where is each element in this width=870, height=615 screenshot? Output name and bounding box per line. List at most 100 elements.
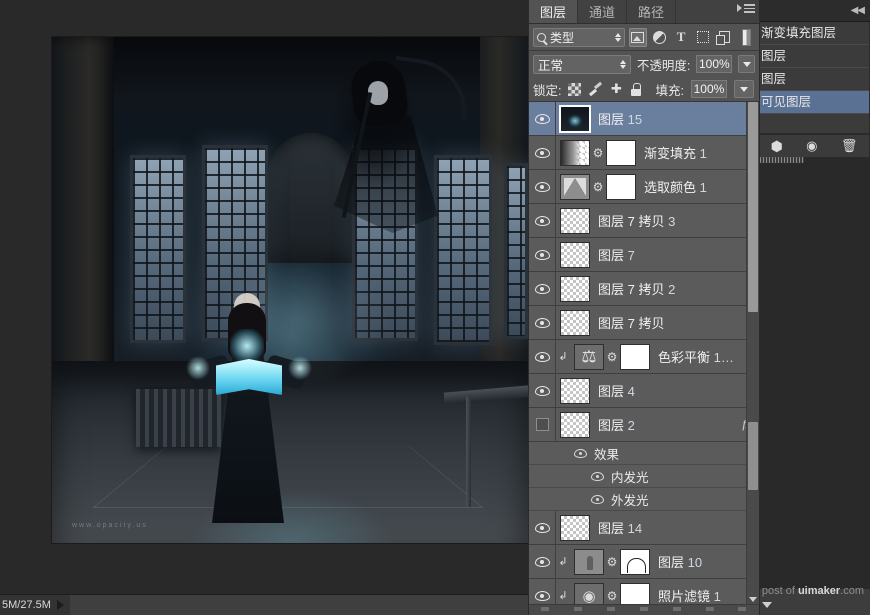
layer-context-menu[interactable]: 渐变填充图层 图层 图层 可见图层: [758, 22, 870, 134]
tab-layers[interactable]: 图层: [529, 0, 579, 23]
layer-name[interactable]: 图层 2: [598, 415, 635, 434]
layer-name[interactable]: 图层 14: [598, 518, 642, 537]
eye-icon[interactable]: [591, 494, 604, 504]
scroll-down-arrow-icon[interactable]: [762, 602, 772, 608]
layer-name[interactable]: 图层 7 拷贝 3: [598, 211, 675, 230]
layer-thumbnail[interactable]: [560, 241, 590, 268]
footer-button-slot[interactable]: [541, 607, 550, 611]
layer-mask-thumbnail[interactable]: [620, 548, 650, 575]
eye-icon[interactable]: [591, 471, 604, 481]
filter-kind-select[interactable]: 类型: [533, 27, 625, 47]
layer-thumbnail[interactable]: [560, 173, 590, 200]
menu-item-merge-visible-layers[interactable]: 可见图层: [759, 91, 869, 114]
list-item[interactable]: 效果: [529, 442, 759, 465]
table-row[interactable]: ⚙ 选取颜色 1: [529, 170, 759, 204]
panel-resize-grip[interactable]: [760, 157, 804, 163]
table-row[interactable]: 图层 4: [529, 374, 759, 408]
layer-visibility-toggle[interactable]: [529, 579, 556, 604]
table-row[interactable]: ↲ ⚙ 照片滤镜 1: [529, 579, 759, 604]
opacity-input[interactable]: 100%: [696, 55, 733, 73]
layer-mask-thumbnail[interactable]: [620, 343, 650, 370]
layer-thumbnail[interactable]: [560, 514, 590, 541]
filter-toggle-switch[interactable]: [737, 28, 755, 47]
mask-link-icon[interactable]: ⚙: [592, 146, 604, 160]
layer-visibility-toggle[interactable]: [529, 408, 556, 441]
layer-thumbnail[interactable]: [560, 411, 590, 438]
layer-visibility-toggle[interactable]: [529, 511, 556, 544]
filter-pixel-layers-icon[interactable]: [628, 27, 647, 47]
layer-mask-thumbnail[interactable]: [606, 139, 636, 166]
filter-shape-layers-icon[interactable]: [694, 28, 712, 47]
blend-mode-select[interactable]: 正常: [533, 54, 631, 74]
mask-link-icon[interactable]: ⚙: [606, 555, 618, 569]
table-row[interactable]: 图层 7 拷贝 2: [529, 272, 759, 306]
layer-visibility-toggle[interactable]: [529, 136, 556, 169]
filter-smart-object-layers-icon[interactable]: [716, 28, 734, 47]
layer-thumbnail[interactable]: [574, 548, 604, 575]
layer-visibility-toggle[interactable]: [529, 272, 556, 305]
table-row[interactable]: 图层 2 fx: [529, 408, 759, 442]
layer-thumbnail[interactable]: [574, 343, 604, 370]
layer-visibility-toggle[interactable]: [529, 374, 556, 407]
collapse-double-arrow-icon[interactable]: ◀◀: [851, 5, 865, 16]
tab-paths[interactable]: 路径: [627, 0, 677, 23]
table-row[interactable]: 图层 14: [529, 511, 759, 545]
layer-thumbnail[interactable]: [560, 377, 590, 404]
table-row[interactable]: ⚙ 渐变填充 1: [529, 136, 759, 170]
footer-button-slot[interactable]: [705, 607, 714, 611]
list-item[interactable]: 内发光: [529, 465, 759, 488]
fill-dropdown-button[interactable]: [733, 80, 754, 98]
footer-button-slot[interactable]: [607, 607, 616, 611]
layer-name[interactable]: 图层 10: [658, 552, 702, 571]
footer-button-slot[interactable]: [639, 607, 648, 611]
eye-icon[interactable]: [574, 448, 587, 458]
opacity-dropdown-button[interactable]: [738, 55, 755, 73]
layer-name[interactable]: 图层 7 拷贝 2: [598, 279, 675, 298]
new-layer-icon[interactable]: ⬢: [771, 138, 783, 155]
mask-link-icon[interactable]: ⚙: [606, 589, 618, 603]
trash-delete-icon[interactable]: 🗑: [841, 138, 858, 154]
list-item[interactable]: 外发光: [529, 488, 759, 511]
layer-mask-thumbnail[interactable]: [606, 173, 636, 200]
layer-list[interactable]: 图层 15 ⚙ 渐变填充 1 ⚙ 选取颜色 1 图层 7 拷贝 3 图层 7 图…: [529, 102, 759, 604]
layer-visibility-toggle[interactable]: [529, 340, 556, 373]
table-row[interactable]: ↲ ⚙ 色彩平衡 1…: [529, 340, 759, 374]
scroll-down-arrow-icon[interactable]: [749, 597, 757, 602]
table-row[interactable]: 图层 7: [529, 238, 759, 272]
layer-thumbnail[interactable]: [559, 104, 591, 133]
camera-snapshot-icon[interactable]: ◉: [806, 138, 817, 154]
layer-thumbnail[interactable]: [560, 139, 590, 166]
footer-button-slot[interactable]: [738, 607, 747, 611]
layer-thumbnail[interactable]: [560, 207, 590, 234]
footer-button-slot[interactable]: [672, 607, 681, 611]
menu-item-layer-a[interactable]: 图层: [759, 45, 869, 68]
tab-channels[interactable]: 通道: [578, 0, 628, 23]
menu-item-gradient-fill-layer[interactable]: 渐变填充图层: [759, 22, 869, 45]
layer-visibility-toggle[interactable]: [529, 170, 556, 203]
layer-list-scrollbar[interactable]: [746, 102, 759, 604]
layer-visibility-toggle[interactable]: [529, 204, 556, 237]
mask-link-icon[interactable]: ⚙: [606, 350, 618, 364]
scrollbar-thumb[interactable]: [748, 102, 758, 312]
layer-mask-thumbnail[interactable]: [620, 582, 650, 604]
layer-thumbnail[interactable]: [560, 309, 590, 336]
filter-type-layers-icon[interactable]: T: [672, 28, 690, 47]
layer-name[interactable]: 图层 15: [598, 109, 642, 128]
lock-image-pixels-icon[interactable]: [588, 82, 602, 96]
blend-mode-stepper-icon[interactable]: [619, 59, 626, 69]
document-canvas[interactable]: www.opacity.us: [52, 37, 528, 543]
layer-name[interactable]: 色彩平衡 1…: [658, 347, 734, 366]
panel-menu-icon[interactable]: [737, 4, 755, 13]
lock-all-icon[interactable]: [630, 82, 642, 96]
table-row[interactable]: 图层 7 拷贝 3: [529, 204, 759, 238]
layer-name[interactable]: 照片滤镜 1: [658, 586, 721, 604]
lock-position-icon[interactable]: ✚: [609, 82, 623, 96]
lock-transparent-pixels-icon[interactable]: [568, 82, 582, 96]
table-row[interactable]: ↲ ⚙ 图层 10: [529, 545, 759, 579]
layer-visibility-toggle[interactable]: [529, 545, 556, 578]
filter-kind-stepper-icon[interactable]: [614, 32, 621, 42]
layer-thumbnail[interactable]: [560, 275, 590, 302]
fill-input[interactable]: 100%: [690, 80, 727, 98]
footer-button-slot[interactable]: [574, 607, 583, 611]
layer-name[interactable]: 图层 7 拷贝: [598, 313, 664, 332]
